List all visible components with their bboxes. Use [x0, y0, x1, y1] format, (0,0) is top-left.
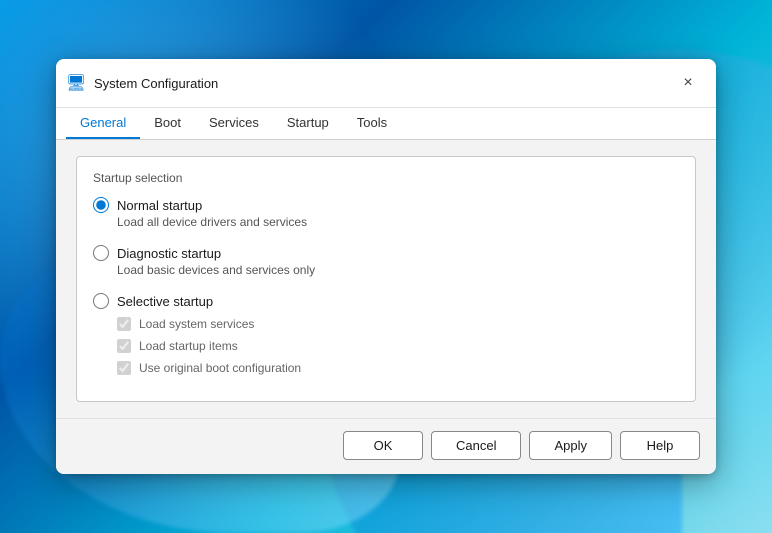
dialog-overlay: 🖥 System Configuration × General Boot Se…: [0, 0, 772, 533]
radio-normal[interactable]: [93, 197, 109, 213]
radio-label-normal[interactable]: Normal startup: [93, 197, 679, 213]
ok-button[interactable]: OK: [343, 431, 423, 460]
selective-checkboxes: Load system services Load startup items …: [117, 317, 679, 375]
title-bar: 🖥 System Configuration ×: [56, 59, 716, 108]
startup-selection-section: Startup selection Normal startup Load al…: [76, 156, 696, 402]
cancel-button[interactable]: Cancel: [431, 431, 521, 460]
radio-item-normal: Normal startup Load all device drivers a…: [93, 197, 679, 239]
radio-diagnostic-desc: Load basic devices and services only: [117, 263, 679, 277]
checkbox-load-startup-text: Load startup items: [139, 339, 238, 353]
tab-boot[interactable]: Boot: [140, 108, 195, 139]
close-button[interactable]: ×: [674, 69, 702, 97]
content-area: Startup selection Normal startup Load al…: [56, 140, 716, 418]
radio-diagnostic-text: Diagnostic startup: [117, 246, 221, 261]
dialog-icon: 🖥: [66, 73, 86, 93]
dialog-title: System Configuration: [94, 76, 674, 91]
tab-general[interactable]: General: [66, 108, 140, 139]
help-button[interactable]: Help: [620, 431, 700, 460]
checkbox-use-original-boot-text: Use original boot configuration: [139, 361, 301, 375]
checkbox-load-startup[interactable]: [117, 339, 131, 353]
button-bar: OK Cancel Apply Help: [56, 418, 716, 474]
radio-normal-text: Normal startup: [117, 198, 202, 213]
checkbox-load-system-text: Load system services: [139, 317, 254, 331]
tab-tools[interactable]: Tools: [343, 108, 401, 139]
tab-bar: General Boot Services Startup Tools: [56, 108, 716, 140]
radio-label-selective[interactable]: Selective startup: [93, 293, 679, 309]
checkbox-load-system[interactable]: [117, 317, 131, 331]
section-title: Startup selection: [93, 171, 679, 185]
radio-item-selective: Selective startup Load system services L…: [93, 293, 679, 375]
system-configuration-dialog: 🖥 System Configuration × General Boot Se…: [56, 59, 716, 474]
checkbox-label-use-original-boot[interactable]: Use original boot configuration: [117, 361, 679, 375]
radio-group: Normal startup Load all device drivers a…: [93, 197, 679, 381]
radio-normal-desc: Load all device drivers and services: [117, 215, 679, 229]
radio-label-diagnostic[interactable]: Diagnostic startup: [93, 245, 679, 261]
tab-startup[interactable]: Startup: [273, 108, 343, 139]
radio-diagnostic[interactable]: [93, 245, 109, 261]
radio-selective-text: Selective startup: [117, 294, 213, 309]
checkbox-label-load-startup[interactable]: Load startup items: [117, 339, 679, 353]
apply-button[interactable]: Apply: [529, 431, 612, 460]
checkbox-label-load-system[interactable]: Load system services: [117, 317, 679, 331]
radio-item-diagnostic: Diagnostic startup Load basic devices an…: [93, 245, 679, 287]
checkbox-use-original-boot[interactable]: [117, 361, 131, 375]
radio-selective[interactable]: [93, 293, 109, 309]
tab-services[interactable]: Services: [195, 108, 273, 139]
